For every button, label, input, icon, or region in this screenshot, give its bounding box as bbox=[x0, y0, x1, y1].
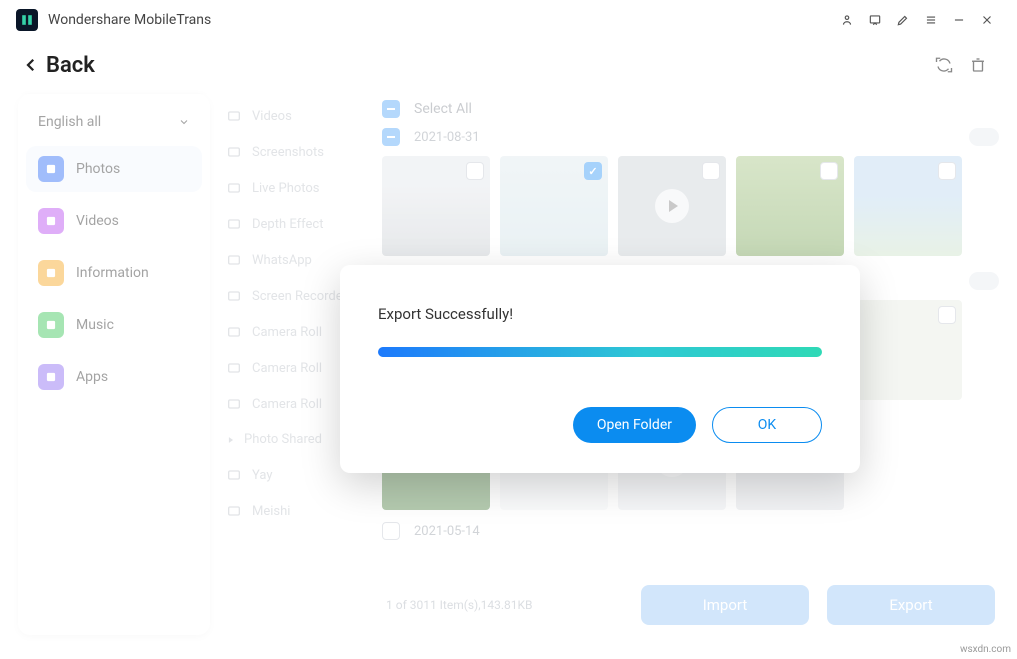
select-all-row[interactable]: Select All bbox=[382, 94, 999, 124]
folder-icon bbox=[226, 144, 242, 160]
edit-icon[interactable] bbox=[889, 6, 917, 34]
trash-icon[interactable] bbox=[961, 48, 995, 82]
open-folder-button[interactable]: Open Folder bbox=[573, 407, 696, 443]
thumbnail[interactable] bbox=[500, 156, 608, 256]
app-logo bbox=[16, 9, 38, 31]
nav-label: Music bbox=[76, 317, 114, 333]
export-button[interactable]: Export bbox=[827, 585, 995, 625]
chevron-down-icon bbox=[178, 116, 190, 128]
sidebar-item-photos[interactable]: Photos bbox=[26, 146, 202, 192]
thumbnail-grid-1 bbox=[382, 156, 999, 256]
back-label: Back bbox=[46, 53, 95, 78]
folder-icon bbox=[226, 252, 242, 268]
folder-icon bbox=[226, 503, 242, 519]
select-all-label: Select All bbox=[414, 101, 472, 117]
album-dropdown[interactable]: English all bbox=[26, 106, 202, 138]
folder-icon bbox=[226, 396, 242, 412]
folder-icon bbox=[226, 467, 242, 483]
footer-bar: 1 of 3011 Item(s),143.81KB Import Export bbox=[382, 575, 999, 635]
category-icon bbox=[38, 364, 64, 390]
folder-icon bbox=[226, 288, 242, 304]
export-success-modal: Export Successfully! Open Folder OK bbox=[340, 265, 860, 473]
modal-buttons: Open Folder OK bbox=[378, 407, 822, 443]
thumbnail[interactable] bbox=[382, 156, 490, 256]
close-button[interactable] bbox=[973, 6, 1001, 34]
app-title: Wondershare MobileTrans bbox=[48, 12, 211, 28]
date-group-3[interactable]: 2021-05-14 bbox=[382, 518, 999, 550]
back-bar: Back bbox=[0, 40, 1017, 94]
thumbnail[interactable] bbox=[736, 156, 844, 256]
category-icon bbox=[38, 312, 64, 338]
play-icon bbox=[655, 189, 689, 223]
sidebar-item-information[interactable]: Information bbox=[26, 250, 202, 296]
back-button[interactable]: Back bbox=[22, 53, 95, 78]
user-icon[interactable] bbox=[833, 6, 861, 34]
subcategory-item[interactable]: Screenshots bbox=[218, 134, 374, 170]
date2-checkbox[interactable] bbox=[382, 522, 400, 540]
minimize-button[interactable] bbox=[945, 6, 973, 34]
nav-label: Videos bbox=[76, 213, 119, 229]
folder-icon bbox=[226, 360, 242, 376]
subcategory-item[interactable]: Videos bbox=[218, 98, 374, 134]
thumb-checkbox[interactable] bbox=[820, 162, 838, 180]
select-all-checkbox[interactable] bbox=[382, 100, 400, 118]
status-text: 1 of 3011 Item(s),143.81KB bbox=[386, 598, 532, 612]
ok-button[interactable]: OK bbox=[712, 407, 822, 443]
modal-message: Export Successfully! bbox=[378, 305, 822, 323]
category-icon bbox=[38, 156, 64, 182]
subcategory-item[interactable]: Depth Effect bbox=[218, 206, 374, 242]
date-group-1[interactable]: 2021-08-31 bbox=[382, 124, 999, 156]
titlebar: Wondershare MobileTrans bbox=[0, 0, 1017, 40]
dropdown-label: English all bbox=[38, 114, 101, 130]
refresh-icon[interactable] bbox=[927, 48, 961, 82]
sidebar-item-apps[interactable]: Apps bbox=[26, 354, 202, 400]
thumbnail[interactable] bbox=[618, 156, 726, 256]
menu-icon[interactable] bbox=[917, 6, 945, 34]
sidebar-item-videos[interactable]: Videos bbox=[26, 198, 202, 244]
date1-checkbox[interactable] bbox=[382, 128, 400, 146]
date1-count-badge bbox=[969, 128, 999, 146]
folder-icon bbox=[226, 180, 242, 196]
folder-icon bbox=[226, 324, 242, 340]
category-icon bbox=[38, 260, 64, 286]
category-icon bbox=[38, 208, 64, 234]
watermark: wsxdn.com bbox=[960, 644, 1011, 655]
date2-count-badge bbox=[969, 272, 999, 290]
folder-icon bbox=[226, 108, 242, 124]
thumbnail[interactable] bbox=[854, 300, 962, 400]
nav-label: Apps bbox=[76, 369, 108, 385]
sidebar-item-music[interactable]: Music bbox=[26, 302, 202, 348]
thumbnail[interactable] bbox=[854, 156, 962, 256]
thumb-checkbox[interactable] bbox=[938, 306, 956, 324]
thumb-checkbox[interactable] bbox=[466, 162, 484, 180]
shared-item[interactable]: Meishi bbox=[218, 493, 374, 529]
nav-label: Information bbox=[76, 265, 149, 281]
import-button[interactable]: Import bbox=[641, 585, 809, 625]
category-sidebar: English all Photos Videos Information Music… bbox=[18, 94, 210, 635]
subcategory-item[interactable]: Live Photos bbox=[218, 170, 374, 206]
folder-icon bbox=[226, 216, 242, 232]
thumb-checkbox[interactable] bbox=[702, 162, 720, 180]
progress-bar bbox=[378, 347, 822, 357]
date2-label: 2021-05-14 bbox=[414, 524, 480, 539]
thumb-checkbox[interactable] bbox=[584, 162, 602, 180]
nav-label: Photos bbox=[76, 161, 120, 177]
date1-label: 2021-08-31 bbox=[414, 130, 480, 145]
thumb-checkbox[interactable] bbox=[938, 162, 956, 180]
feedback-icon[interactable] bbox=[861, 6, 889, 34]
